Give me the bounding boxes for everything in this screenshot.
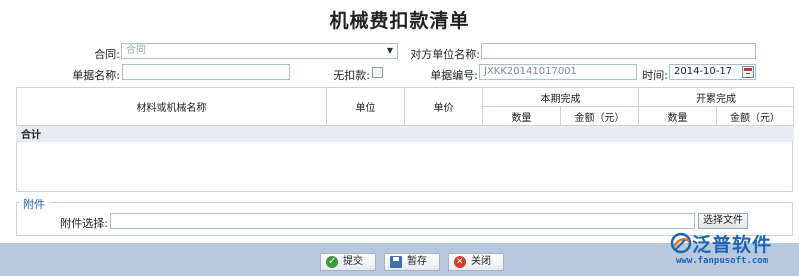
contract-select-value: 合同 xyxy=(126,45,146,56)
table-body-area xyxy=(16,142,793,192)
col-group-current: 本期完成 xyxy=(482,87,639,107)
col-material-name: 材料或机械名称 xyxy=(16,87,327,126)
total-label: 合计 xyxy=(16,125,794,142)
calendar-icon[interactable] xyxy=(742,66,754,78)
logo-brand-text: 泛普软件 xyxy=(692,234,773,256)
save-draft-button[interactable]: 暂存 xyxy=(384,253,440,271)
col-group-cumulative: 开累完成 xyxy=(638,87,794,107)
brand-logo: 泛普软件 www.fanpusoft.com xyxy=(668,229,796,275)
contract-label: 合同: xyxy=(94,48,120,61)
col-unit: 单位 xyxy=(326,87,405,126)
close-button-label: 关闭 xyxy=(471,256,491,267)
close-circle-icon xyxy=(454,254,466,270)
doc-no-label: 单据编号: xyxy=(430,69,478,82)
time-label: 时间: xyxy=(642,69,668,82)
doc-name-input[interactable] xyxy=(122,64,290,80)
counterparty-input[interactable] xyxy=(481,43,756,59)
contract-select[interactable]: 合同 ▼ xyxy=(121,43,398,59)
submit-button[interactable]: 提交 xyxy=(320,253,376,271)
attachment-legend: 附件 xyxy=(21,196,47,212)
doc-name-label: 单据名称: xyxy=(72,69,120,82)
page-title: 机械费扣款清单 xyxy=(329,10,470,32)
total-row: 合计 xyxy=(16,125,794,142)
col-cumulative-amount: 金额（元） xyxy=(716,106,794,126)
save-disk-icon xyxy=(390,256,402,268)
col-cumulative-qty: 数量 xyxy=(638,106,717,126)
counterparty-label: 对方单位名称: xyxy=(410,48,480,61)
deduction-table: 材料或机械名称 单位 单价 本期完成 开累完成 数量 金额（元） 数量 金额（元… xyxy=(16,87,794,142)
col-current-amount: 金额（元） xyxy=(560,106,639,126)
logo-mark-icon xyxy=(670,232,692,254)
doc-no-input[interactable]: JXKK20141017001 xyxy=(479,64,637,80)
save-draft-button-label: 暂存 xyxy=(407,256,427,267)
close-button[interactable]: 关闭 xyxy=(448,253,504,271)
check-circle-icon xyxy=(326,254,338,270)
no-deduct-label: 无扣款: xyxy=(333,69,370,82)
choose-file-button[interactable]: 选择文件 xyxy=(698,213,748,229)
no-deduct-checkbox[interactable] xyxy=(372,67,383,78)
attachment-select-label: 附件选择: xyxy=(60,217,108,230)
col-unit-price: 单价 xyxy=(404,87,483,126)
col-current-qty: 数量 xyxy=(482,106,561,126)
attachment-file-input[interactable] xyxy=(110,213,695,229)
logo-url-text: www.fanpusoft.com xyxy=(676,256,769,266)
chevron-down-icon[interactable]: ▼ xyxy=(384,45,396,57)
submit-button-label: 提交 xyxy=(343,256,363,267)
